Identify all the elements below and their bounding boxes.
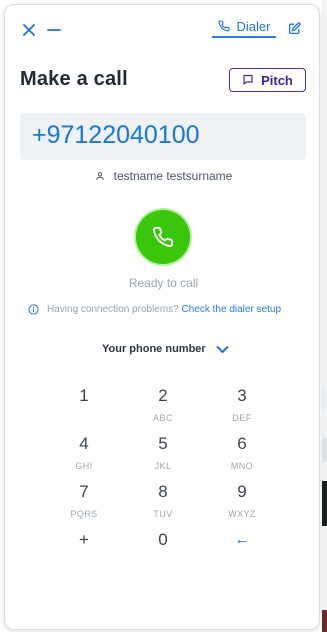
- keypad-digit: 1: [79, 386, 89, 405]
- keypad-key[interactable]: 0: [133, 530, 193, 572]
- keypad-letters: ABC: [153, 413, 173, 423]
- keypad-digit: 4: [79, 434, 89, 453]
- keypad-key[interactable]: 8 TUV: [133, 482, 193, 524]
- keypad-letters: PQRS: [70, 509, 98, 519]
- info-icon: [28, 303, 39, 315]
- keypad-letters: JKL: [154, 461, 172, 471]
- keypad-key[interactable]: 1: [54, 386, 114, 428]
- keypad-letters: GHI: [75, 461, 93, 471]
- keypad-digit: 6: [237, 434, 247, 453]
- keypad-letters: TUV: [153, 509, 173, 519]
- keypad-digit: 9: [237, 482, 247, 501]
- tab-dialer-label: Dialer: [236, 18, 271, 34]
- backspace-icon: ←: [234, 531, 250, 548]
- phone-icon: [218, 20, 230, 32]
- keypad-key[interactable]: 2 ABC: [133, 386, 193, 428]
- contact-name: testname testsurname: [113, 169, 233, 183]
- keypad-digit: 5: [158, 434, 168, 453]
- chevron-down-icon: [216, 345, 229, 354]
- pitch-label: Pitch: [261, 72, 293, 88]
- keypad-key[interactable]: +: [54, 530, 114, 572]
- contact-info: testname testsurname: [0, 166, 327, 186]
- keypad-key[interactable]: 9 WXYZ: [212, 482, 272, 524]
- keypad-key[interactable]: ←: [212, 530, 272, 572]
- phone-icon: [152, 226, 174, 248]
- user-icon: [95, 171, 105, 181]
- keypad-letters: MNO: [230, 461, 254, 471]
- keypad-digit: 2: [158, 386, 168, 405]
- minimize-icon[interactable]: [45, 21, 63, 39]
- keypad-digit: 8: [158, 482, 168, 501]
- connection-warning: Having connection problems? Check the di…: [28, 301, 281, 317]
- background-page-edge: [322, 438, 327, 462]
- pitch-button[interactable]: Pitch: [229, 68, 306, 92]
- keypad-letters: DEF: [232, 413, 252, 423]
- background-page-edge: [322, 481, 327, 526]
- your-phone-number-select[interactable]: Your phone number: [102, 340, 229, 358]
- message-icon: [242, 74, 254, 86]
- keypad-digit: 7: [79, 482, 89, 501]
- keypad-digit: 0: [158, 530, 168, 549]
- keypad-key[interactable]: 3 DEF: [212, 386, 272, 428]
- your-phone-number-label: Your phone number: [102, 343, 206, 355]
- background-page-edge: [322, 388, 327, 410]
- keypad-key[interactable]: 7 PQRS: [54, 482, 114, 524]
- dialer-setup-link[interactable]: Check the dialer setup: [182, 304, 282, 315]
- edit-icon[interactable]: [286, 20, 302, 36]
- keypad-letters: WXYZ: [228, 509, 256, 519]
- call-button[interactable]: [134, 208, 192, 266]
- keypad-key[interactable]: 6 MNO: [212, 434, 272, 476]
- keypad-key[interactable]: 4 GHI: [54, 434, 114, 476]
- keypad-key[interactable]: 5 JKL: [133, 434, 193, 476]
- phone-number-display[interactable]: +97122040100: [20, 113, 306, 160]
- background-page-edge: [322, 0, 327, 632]
- tab-dialer[interactable]: Dialer: [212, 16, 276, 38]
- background-page-edge: [322, 610, 327, 632]
- connection-warning-text: Having connection problems?: [47, 303, 179, 315]
- page-title: Make a call: [20, 68, 128, 90]
- call-status: Ready to call: [128, 276, 199, 290]
- keypad-digit: 3: [237, 386, 247, 405]
- keypad-digit: +: [79, 530, 89, 549]
- close-icon[interactable]: [20, 21, 38, 39]
- app-window: Dialer Make a call Pitch +97122040100 te…: [0, 0, 327, 632]
